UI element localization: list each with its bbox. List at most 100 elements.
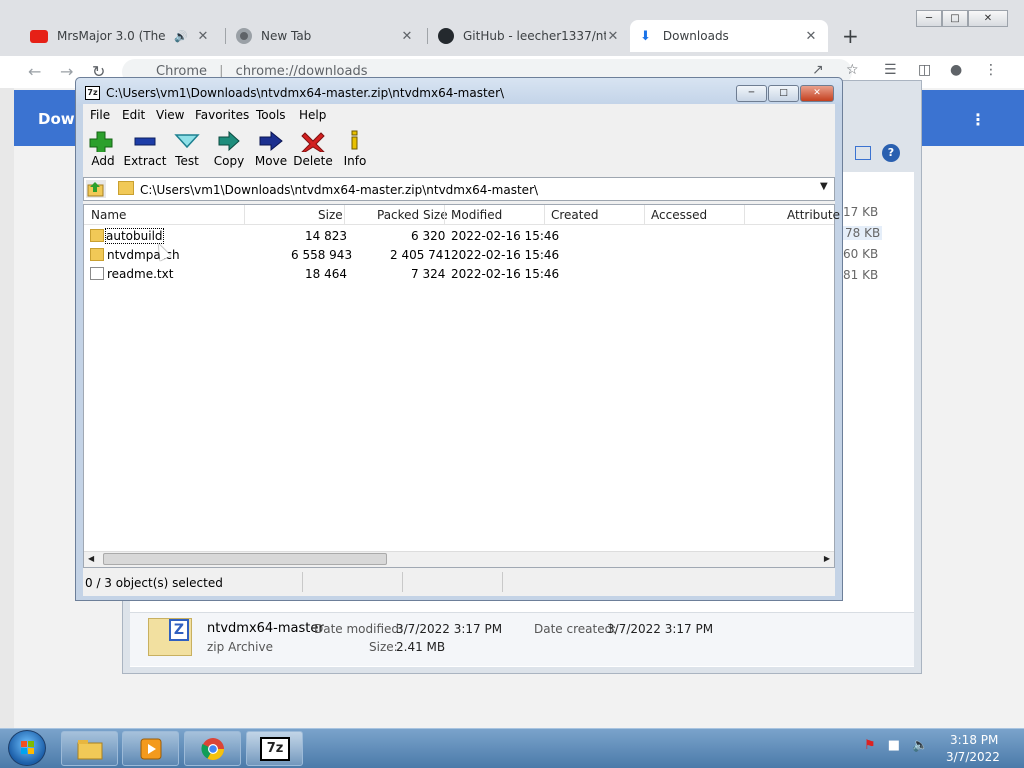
sevenzip-close-button[interactable]: ✕ [800, 85, 834, 102]
column-name[interactable]: Name [91, 208, 126, 222]
start-button[interactable] [8, 730, 46, 766]
move-button[interactable]: Move [249, 130, 293, 168]
help-icon[interactable]: ? [882, 144, 900, 162]
status-divider [302, 572, 303, 592]
menu-favorites[interactable]: Favorites [195, 108, 249, 122]
date-modified-value: 3/7/2022 3:17 PM [396, 622, 503, 636]
menu-tools[interactable]: Tools [256, 108, 286, 122]
github-icon [438, 28, 454, 44]
action-center-flag-icon[interactable]: ⚑ [864, 738, 876, 753]
profile-icon[interactable]: ● [950, 62, 962, 78]
column-packed-size[interactable]: Packed Size [377, 208, 448, 222]
column-attribute[interactable]: Attribute [787, 208, 840, 222]
extract-icon [134, 137, 156, 146]
tab-youtube[interactable]: MrsMajor 3.0 (The Bl 🔊 ✕ [20, 20, 220, 52]
taskbar-media-player[interactable] [122, 731, 179, 766]
chrome-menu-icon[interactable]: ⋮ [984, 62, 998, 78]
browser-edge [0, 88, 14, 728]
browser-close-button[interactable]: ✕ [968, 10, 1008, 27]
menu-view[interactable]: View [156, 108, 184, 122]
extract-button[interactable]: Extract [123, 130, 167, 168]
details-file-name: ntvdmx64-master [207, 621, 324, 636]
close-tab-icon[interactable]: ✕ [804, 29, 818, 44]
taskbar-chrome[interactable] [184, 731, 241, 766]
close-tab-icon[interactable]: ✕ [196, 29, 210, 44]
file-size: 17 KB [843, 205, 879, 219]
browser-minimize-button[interactable]: ─ [916, 10, 942, 27]
close-tab-icon[interactable]: ✕ [400, 29, 414, 44]
size-label: Size: [369, 640, 398, 654]
table-row[interactable]: ntvdmpatch 6 558 943 2 405 741 2022-02-1… [86, 246, 834, 265]
date-modified-label: Date modified: [314, 622, 404, 636]
chevron-down-icon[interactable]: ▼ [820, 181, 828, 192]
new-tab-button[interactable]: + [842, 24, 859, 48]
downloads-menu-icon[interactable]: ⋮ [970, 110, 986, 129]
folder-icon [77, 740, 103, 760]
column-divider [444, 205, 445, 224]
delete-button[interactable]: Delete [291, 130, 335, 168]
column-divider [644, 205, 645, 224]
up-folder-button[interactable] [86, 180, 106, 198]
info-icon [351, 130, 358, 150]
path-text: C:\Users\vm1\Downloads\ntvdmx64-master.z… [140, 183, 539, 197]
menu-help[interactable]: Help [299, 108, 326, 122]
sevenzip-icon: 7z [260, 737, 290, 761]
folder-icon [118, 181, 134, 195]
column-size[interactable]: Size [318, 208, 343, 222]
taskbar-7zip[interactable]: 7z [246, 731, 303, 766]
chrome-icon [201, 738, 224, 760]
delete-icon [301, 132, 325, 152]
reading-list-icon[interactable]: ☰ [884, 62, 897, 78]
taskbar-explorer[interactable] [61, 731, 118, 766]
back-icon[interactable]: ← [28, 62, 41, 81]
scroll-right-icon[interactable]: ▶ [824, 554, 830, 563]
clock-time[interactable]: 3:18 PM [950, 733, 998, 747]
file-size: 81 KB [843, 268, 879, 282]
browser-maximize-button[interactable]: □ [942, 10, 968, 27]
details-file-type: zip Archive [207, 640, 273, 654]
zip-archive-icon: Z [148, 618, 192, 656]
bookmark-star-icon[interactable]: ☆ [846, 62, 859, 78]
table-row[interactable]: readme.txt 18 464 7 324 2022-02-16 15:46 [86, 265, 834, 284]
side-panel-icon[interactable]: ◫ [918, 62, 931, 78]
clock-date[interactable]: 3/7/2022 [946, 750, 1000, 764]
sevenzip-minimize-button[interactable]: ─ [736, 85, 767, 102]
column-modified[interactable]: Modified [451, 208, 502, 222]
column-divider [344, 205, 345, 224]
test-button[interactable]: Test [165, 130, 209, 168]
media-player-icon [140, 738, 162, 760]
status-text: 0 / 3 object(s) selected [85, 576, 223, 590]
menu-edit[interactable]: Edit [122, 108, 145, 122]
close-tab-icon[interactable]: ✕ [606, 29, 620, 44]
move-icon [259, 130, 283, 152]
date-created-label: Date created: [534, 622, 617, 636]
scrollbar-thumb[interactable] [103, 553, 387, 565]
tab-github[interactable]: GitHub - leecher1337/ntv ✕ [428, 20, 630, 52]
file-size: 60 KB [843, 247, 879, 261]
sevenzip-app-icon: 7z [85, 86, 100, 100]
share-icon[interactable]: ↗ [812, 62, 824, 78]
network-icon[interactable]: ■ [888, 738, 900, 753]
file-size: 78 KB [843, 226, 883, 240]
table-row[interactable]: autobuild 14 823 6 320 2022-02-16 15:46 [86, 227, 834, 246]
add-icon [89, 131, 113, 152]
scroll-left-icon[interactable]: ◀ [88, 554, 94, 563]
volume-icon[interactable]: 🔈 [912, 738, 928, 753]
column-created[interactable]: Created [551, 208, 599, 222]
tab-downloads[interactable]: ⬇ Downloads ✕ [630, 20, 828, 52]
folder-icon [90, 248, 104, 261]
add-button[interactable]: Add [81, 130, 125, 168]
speaker-icon[interactable]: 🔊 [174, 30, 188, 43]
chrome-icon [236, 28, 252, 44]
copy-button[interactable]: Copy [207, 130, 251, 168]
test-icon [174, 134, 200, 149]
text-file-icon [90, 267, 104, 280]
info-button[interactable]: Info [333, 130, 377, 168]
tab-new-tab[interactable]: New Tab ✕ [226, 20, 424, 52]
up-folder-icon [87, 182, 104, 197]
sevenzip-maximize-button[interactable]: □ [768, 85, 799, 102]
column-accessed[interactable]: Accessed [651, 208, 707, 222]
menu-file[interactable]: File [90, 108, 110, 122]
forward-icon[interactable]: → [60, 62, 73, 81]
preview-pane-icon[interactable] [855, 146, 871, 160]
